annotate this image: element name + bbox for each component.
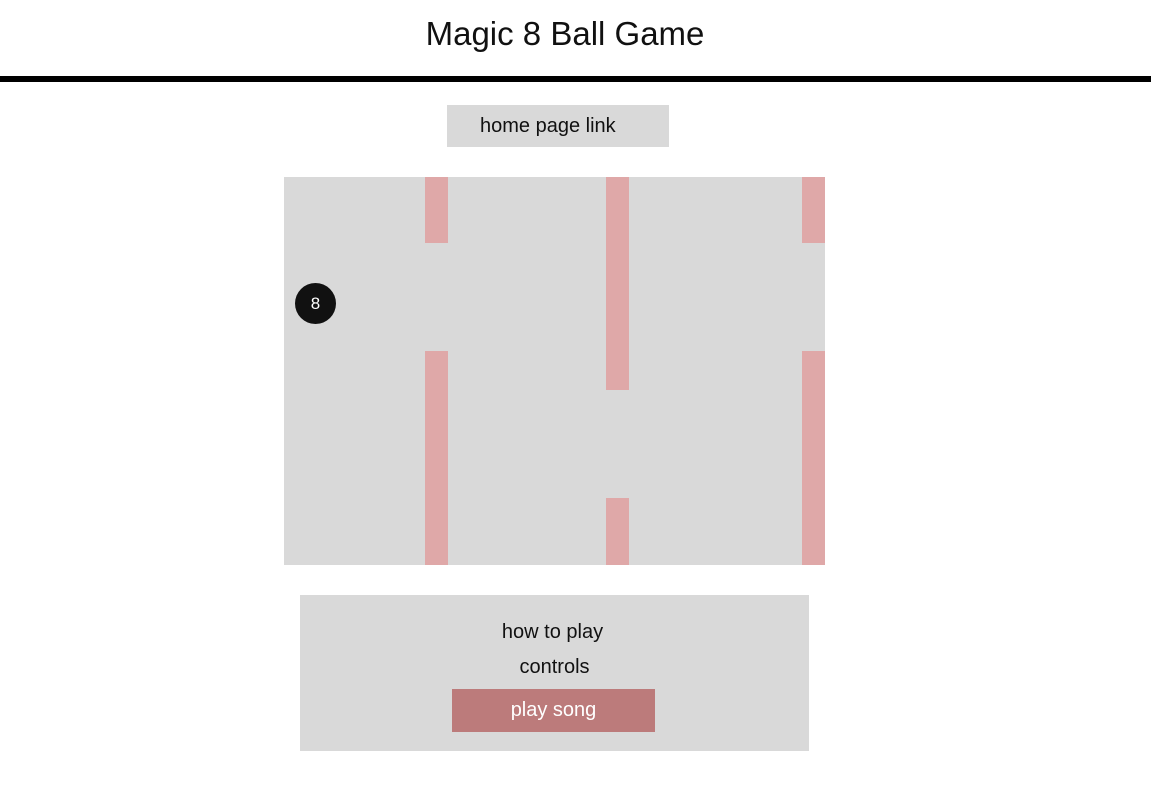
header-divider [0, 76, 1151, 82]
pipe-bottom-2 [606, 498, 629, 565]
pipe-top-2 [606, 177, 629, 390]
page: Magic 8 Ball Game home page link 8 how t… [0, 0, 1151, 809]
pipe-top-1 [425, 177, 448, 243]
play-song-button[interactable]: play song [452, 689, 655, 732]
how-to-play-link[interactable]: how to play [298, 619, 807, 645]
pipe-bottom-3 [802, 351, 825, 565]
pipe-top-3 [802, 177, 825, 243]
controls-link[interactable]: controls [300, 654, 809, 680]
game-board[interactable]: 8 [284, 177, 825, 565]
magic-8-ball[interactable]: 8 [295, 283, 336, 324]
info-panel: how to play controls play song [300, 595, 809, 751]
page-title: Magic 8 Ball Game [425, 15, 705, 52]
home-page-link[interactable]: home page link [447, 105, 669, 147]
pipe-bottom-1 [425, 351, 448, 565]
